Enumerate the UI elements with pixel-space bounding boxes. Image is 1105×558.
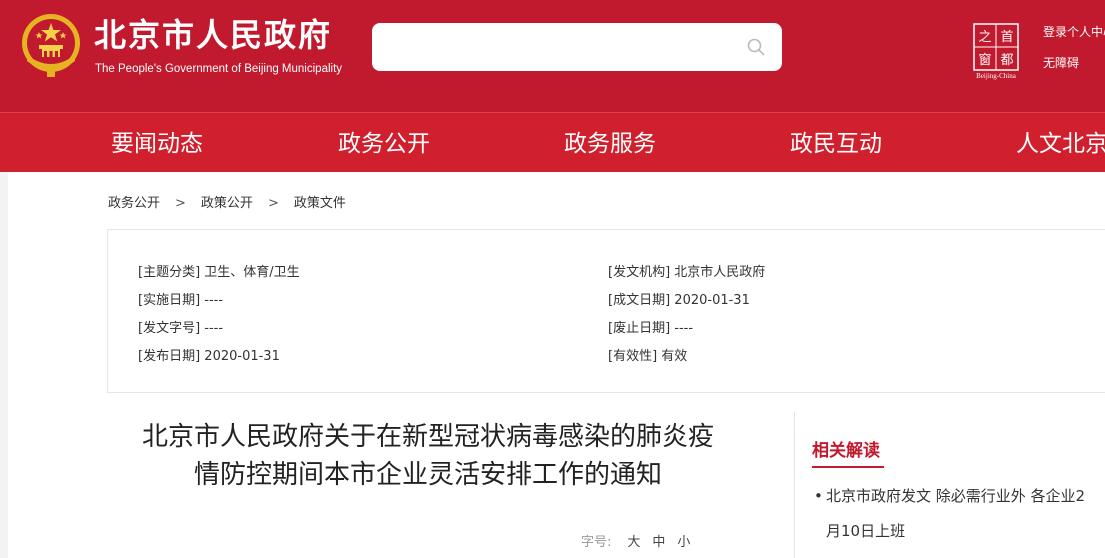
font-size-label: 字号: bbox=[581, 535, 612, 550]
related-heading-underline bbox=[812, 466, 884, 468]
font-size-medium-button[interactable]: 中 bbox=[652, 535, 665, 550]
meta-repeal-date: [废止日期] ---- bbox=[608, 321, 694, 336]
svg-text:窗: 窗 bbox=[978, 52, 991, 68]
svg-text:都: 都 bbox=[1000, 53, 1013, 68]
bullet-icon: • bbox=[814, 487, 823, 505]
meta-publish-date: [发布日期] 2020-01-31 bbox=[138, 349, 280, 364]
meta-topic: [主题分类] 卫生、体育/卫生 bbox=[138, 265, 300, 280]
font-size-large-button[interactable]: 大 bbox=[627, 535, 640, 550]
breadcrumb-item[interactable]: 政策公开 bbox=[201, 192, 253, 211]
login-link[interactable]: 登录个人中心 bbox=[1043, 23, 1105, 40]
nav-item-gov-affairs[interactable]: 政务公开 bbox=[338, 113, 430, 173]
nav-item-news[interactable]: 要闻动态 bbox=[111, 113, 203, 173]
meta-issuer: [发文机构] 北京市人民政府 bbox=[608, 265, 766, 280]
capital-logo-caption: Beijing-China bbox=[976, 72, 1016, 80]
nav-item-interaction[interactable]: 政民互动 bbox=[790, 113, 882, 173]
site-subtitle: The People's Government of Beijing Munic… bbox=[95, 63, 343, 75]
font-size-selector: 字号: 大中小 bbox=[581, 531, 690, 550]
meta-document-number: [发文字号] ---- bbox=[138, 321, 224, 336]
breadcrumb: 政务公开 > 政策公开 > 政策文件 bbox=[108, 192, 346, 211]
font-size-small-button[interactable]: 小 bbox=[677, 535, 690, 550]
search-icon[interactable] bbox=[746, 37, 766, 57]
search-input[interactable] bbox=[372, 23, 782, 71]
breadcrumb-item[interactable]: 政务公开 bbox=[108, 192, 160, 211]
svg-text:之: 之 bbox=[978, 30, 991, 45]
national-emblem-icon[interactable] bbox=[17, 11, 85, 79]
main-nav: 要闻动态 政务公开 政务服务 政民互动 人文北京 bbox=[0, 112, 1105, 172]
accessibility-link[interactable]: 无障碍 bbox=[1043, 54, 1079, 71]
nav-item-culture[interactable]: 人文北京 bbox=[1016, 113, 1105, 173]
meta-written-date: [成文日期] 2020-01-31 bbox=[608, 293, 750, 308]
breadcrumb-separator: > bbox=[175, 196, 186, 211]
related-heading: 相关解读 bbox=[812, 441, 880, 461]
breadcrumb-item[interactable]: 政策文件 bbox=[294, 192, 346, 211]
nav-item-gov-services[interactable]: 政务服务 bbox=[564, 113, 656, 173]
site-title[interactable]: 北京市人民政府 bbox=[94, 15, 332, 55]
related-link[interactable]: • 北京市政府发文 除必需行业外 各企业2 月10日上班 bbox=[814, 479, 1105, 549]
breadcrumb-separator: > bbox=[267, 196, 279, 211]
site-header: 北京市人民政府 The People's Government of Beiji… bbox=[0, 0, 1105, 112]
article-title: 北京市人民政府关于在新型冠状病毒感染的肺炎疫 情防控期间本市企业灵活安排工作的通… bbox=[141, 422, 714, 490]
svg-text:首: 首 bbox=[1000, 30, 1013, 45]
document-metadata-box bbox=[107, 229, 1105, 393]
meta-effective-date: [实施日期] ---- bbox=[138, 293, 224, 308]
meta-validity: [有效性] 有效 bbox=[608, 349, 688, 364]
column-divider bbox=[794, 412, 795, 558]
